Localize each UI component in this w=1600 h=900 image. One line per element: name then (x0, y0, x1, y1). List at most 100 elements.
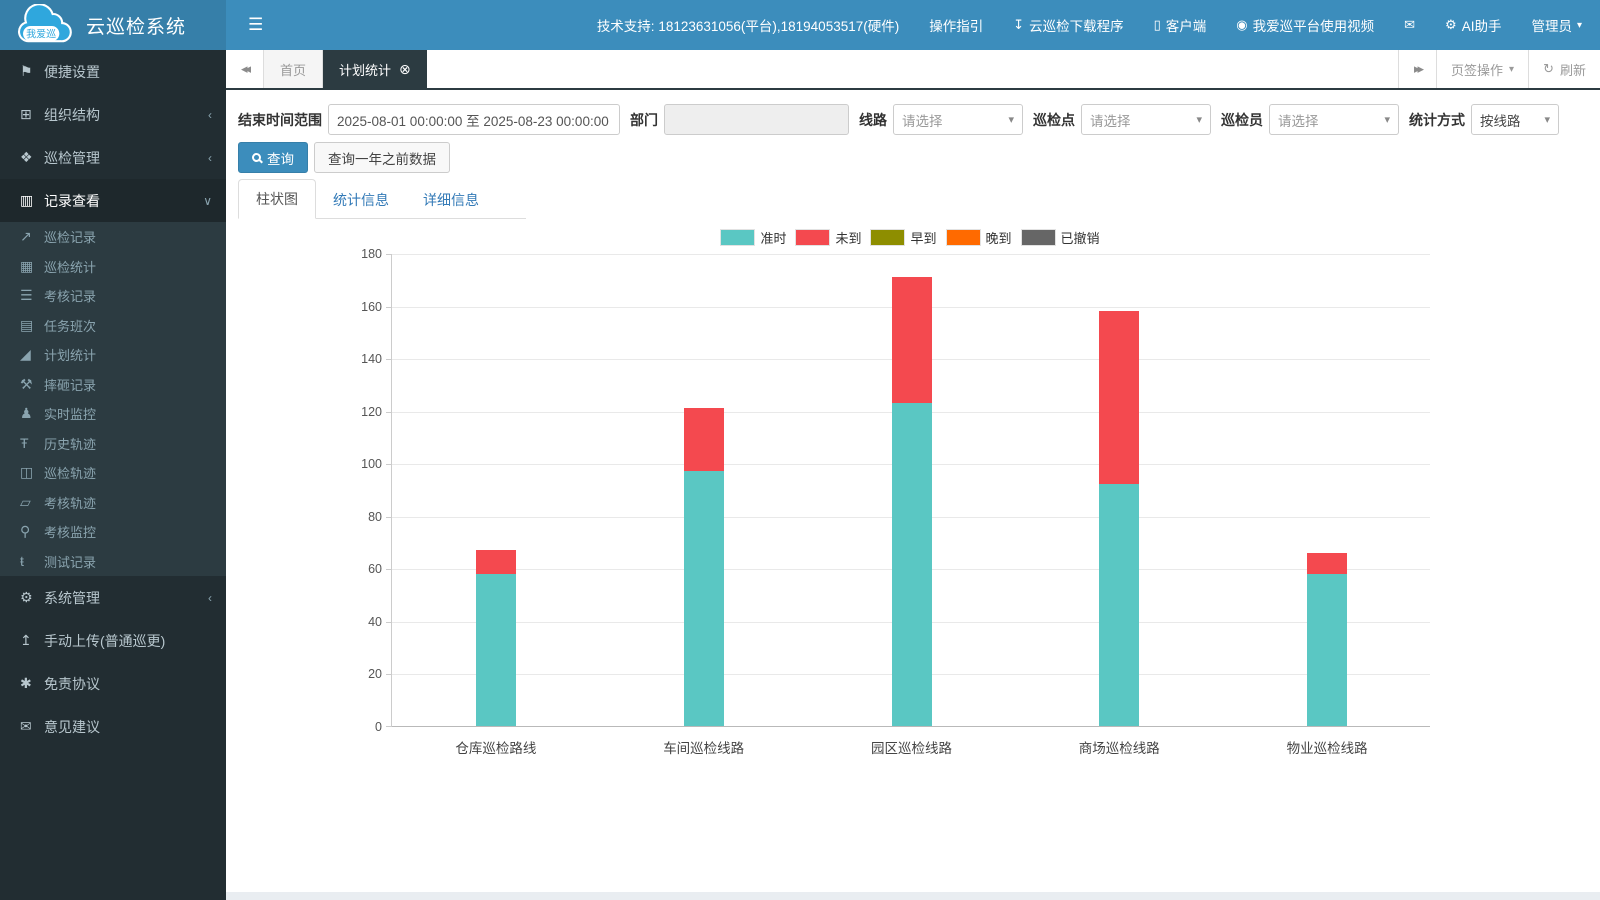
legend-item[interactable]: 早到 (871, 228, 937, 247)
sidebar-item-label: 考核监控 (44, 525, 97, 541)
sidebar-item-inspection-records[interactable]: ↗ 巡检记录 (0, 222, 226, 252)
legend-swatch (721, 230, 755, 245)
legend-item[interactable]: 晚到 (946, 228, 1012, 247)
page-tab-home[interactable]: 首页 (264, 50, 324, 88)
sidebar-item-system-management[interactable]: ⚙ 系统管理 ‹ (0, 576, 226, 619)
query-button[interactable]: 查询 (238, 142, 308, 173)
query-button-label: 查询 (267, 151, 294, 167)
y-tick-mark (386, 359, 392, 361)
bar-segment-未到 (1307, 552, 1348, 574)
app-root: 我爱巡 云巡检系统 ☰ 技术支持: 18123631056(平台),181940… (0, 0, 1600, 900)
caret-down-icon: ▾ (1196, 114, 1202, 126)
close-tab-icon[interactable]: ⊗ (399, 61, 411, 78)
support-text: 技术支持: 18123631056(平台),18194053517(硬件) (596, 19, 900, 34)
gear-icon: ⚙ (1445, 17, 1457, 32)
refresh-button[interactable]: ↻ 刷新 (1528, 50, 1600, 88)
bar-segment-未到 (1099, 310, 1140, 485)
sidebar-item-org-structure[interactable]: ⊞ 组织结构 ‹ (0, 93, 226, 136)
sidebar-item-assessment-monitor[interactable]: ⚲ 考核监控 (0, 517, 226, 547)
sidebar-item-inspection-track[interactable]: ◫ 巡检轨迹 (0, 458, 226, 488)
sidebar-item-assessment-track[interactable]: ▱ 考核轨迹 (0, 488, 226, 518)
logo-text: 我爱巡 (26, 27, 56, 40)
time-range-input[interactable]: 2025-08-01 00:00:00 至 2025-08-23 00:00:0… (328, 104, 620, 135)
sidebar-item-label: 系统管理 (44, 589, 100, 606)
tab-operations-button[interactable]: 页签操作 ▾ (1436, 50, 1528, 88)
map-marker-icon: ⚲ (20, 523, 31, 540)
stat-method-select[interactable]: 按线路 ▾ (1471, 104, 1559, 135)
bar-segment-未到 (683, 408, 724, 472)
department-input[interactable] (664, 104, 849, 135)
navbar-item-ai-assistant[interactable]: ⚙ AI助手 (1445, 15, 1501, 35)
sidebar-item-plan-stats[interactable]: ◢ 计划统计 (0, 340, 226, 370)
navbar-item-admin-menu[interactable]: 管理员 ▾ (1531, 15, 1582, 35)
sidebar-item-smash-records[interactable]: ⚒ 摔砸记录 (0, 370, 226, 400)
bar-segment-准时 (891, 402, 932, 726)
navbar-right: 技术支持: 18123631056(平台),18194053517(硬件) 操作… (597, 15, 1582, 35)
sidebar-item-feedback[interactable]: ✉ 意见建议 (0, 705, 226, 748)
horizontal-scrollbar[interactable] (226, 892, 1600, 900)
tabs-scroll-left-icon[interactable]: ◂◂ (226, 50, 264, 88)
page-tabstrip: ◂◂ 首页 计划统计 ⊗ ▸▸ 页签操作 ▾ ↻ 刷新 (226, 50, 1600, 90)
x-axis-label: 园区巡检线路 (870, 741, 952, 756)
content-tab-detail-info[interactable]: 详细信息 (406, 181, 496, 219)
sidebar-item-assessment-records[interactable]: ☰ 考核记录 (0, 281, 226, 311)
chart-legend: 准时 未到 早到 晚到 已撤销 (391, 228, 1430, 247)
sidebar-toggle-icon[interactable]: ☰ (240, 11, 271, 39)
bar-chart-icon: ▥ (20, 192, 34, 208)
sidebar-item-label: 记录查看 (44, 192, 100, 209)
legend-item[interactable]: 准时 (721, 228, 786, 247)
chevron-down-icon: ∨ (203, 193, 212, 208)
point-select[interactable]: 请选择 ▾ (1081, 104, 1211, 135)
sidebar-item-label: 巡检轨迹 (44, 466, 97, 482)
sidebar-item-inspection-stats[interactable]: ▦ 巡检统计 (0, 252, 226, 282)
y-tick-label: 140 (361, 352, 382, 367)
content-tabs: 柱状图 统计信息 详细信息 (238, 179, 526, 219)
y-tick-mark (386, 569, 392, 571)
legend-label: 晚到 (985, 231, 1012, 246)
flag-icon: ⚑ (20, 63, 33, 79)
sidebar-item-record-view[interactable]: ▥ 记录查看 ∨ (0, 179, 226, 222)
sidebar-item-history-track[interactable]: Ŧ 历史轨迹 (0, 429, 226, 459)
filter-bar: 结束时间范围 2025-08-01 00:00:00 至 2025-08-23 … (226, 90, 1600, 135)
sidebar-item-disclaimer[interactable]: ✱ 免责协议 (0, 662, 226, 705)
y-tick-label: 120 (361, 404, 382, 419)
sidebar-item-label: 实时监控 (44, 407, 97, 423)
legend-item[interactable]: 已撤销 (1021, 228, 1100, 247)
sidebar-item-label: 巡检统计 (44, 259, 97, 275)
navbar-item-client[interactable]: ▯ 客户端 (1154, 15, 1207, 35)
x-axis-label: 车间巡检线路 (663, 741, 745, 756)
tabs-scroll-right-icon[interactable]: ▸▸ (1398, 50, 1437, 88)
navbar-item-messages[interactable]: ✉ (1404, 17, 1415, 33)
bar-segment-准时 (475, 573, 516, 726)
person-select[interactable]: 请选择 ▾ (1269, 104, 1399, 135)
legend-item[interactable]: 未到 (796, 228, 861, 247)
query-old-data-button[interactable]: 查询一年之前数据 (314, 142, 450, 173)
content-tab-bar-chart[interactable]: 柱状图 (238, 179, 316, 219)
gear-icon: ⚙ (20, 589, 33, 605)
line-select[interactable]: 请选择 ▾ (893, 104, 1023, 135)
signpost-icon: Ŧ (20, 435, 29, 452)
sidebar-item-task-shifts[interactable]: ▤ 任务班次 (0, 311, 226, 341)
legend-label: 未到 (835, 231, 862, 246)
person-label: 巡检员 (1221, 111, 1263, 128)
bar-segment-准时 (1307, 573, 1348, 726)
line-label: 线路 (859, 111, 887, 128)
sidebar-item-realtime-monitor[interactable]: ♟ 实时监控 (0, 399, 226, 429)
navbar-item-operation-guide[interactable]: 操作指引 (929, 15, 983, 35)
map-outline-icon: ▱ (20, 493, 31, 510)
y-tick-mark (386, 726, 392, 727)
page-tab-plan-stats[interactable]: 计划统计 ⊗ (323, 50, 427, 88)
navbar-item-platform-video[interactable]: ◉ 我爱巡平台使用视频 (1236, 15, 1374, 35)
caret-down-icon: ▾ (1008, 114, 1014, 126)
sidebar-item-test-records[interactable]: ŧ 测试记录 (0, 547, 226, 577)
sidebar-item-manual-upload[interactable]: ↥ 手动上传(普通巡更) (0, 619, 226, 662)
navbar-item-download-app[interactable]: ↧ 云巡检下载程序 (1013, 15, 1123, 35)
app-title: 云巡检系统 (86, 16, 187, 38)
content-tab-stats-info[interactable]: 统计信息 (316, 181, 406, 219)
sidebar-item-inspection-management[interactable]: ❖ 巡检管理 ‹ (0, 136, 226, 179)
chart-plot: 20 40 60 80 100 120 140 160 180 0 仓库巡检路线 车间巡检线路 园区巡检… (361, 247, 1430, 756)
sidebar-item-label: 任务班次 (44, 318, 97, 334)
x-axis-label: 仓库巡检路线 (455, 741, 537, 756)
sidebar-item-quick-settings[interactable]: ⚑ 便捷设置 (0, 50, 226, 93)
sitemap-icon: ⊞ (20, 106, 32, 122)
